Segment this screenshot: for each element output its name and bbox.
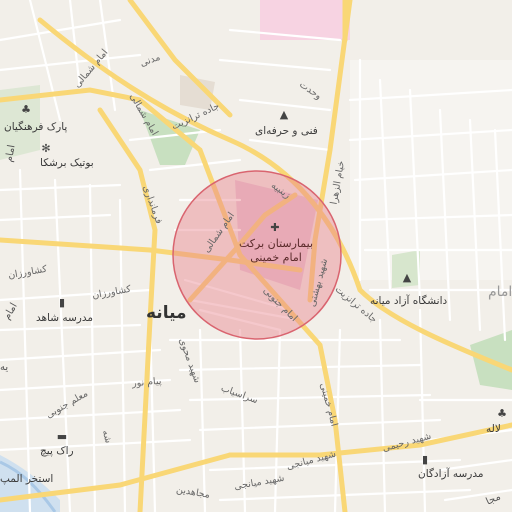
- shahed-school-label[interactable]: مدرسه شاهد: [36, 313, 93, 324]
- tree-icon[interactable]: ♣: [496, 408, 508, 420]
- school-icon[interactable]: ▮: [419, 454, 431, 466]
- hospital-label[interactable]: بیمارستان برکت امام خمینی: [236, 237, 316, 265]
- azad-university-label[interactable]: دانشگاه آزاد میانه: [370, 296, 447, 307]
- graduation-cap-icon[interactable]: ▲: [401, 272, 413, 284]
- azadegan-school-label[interactable]: مدرسه آزادگان: [418, 469, 483, 480]
- boutique-label[interactable]: بوتیک برشکا: [40, 158, 94, 169]
- school-icon[interactable]: ▮: [56, 297, 68, 309]
- road-label: شه: [99, 428, 114, 445]
- map-canvas[interactable]: میانه ✚ بیمارستان برکت امام خمینی ♣ پارک…: [0, 0, 512, 512]
- park-cultural-label[interactable]: پارک فرهنگیان: [4, 122, 67, 133]
- tech-school-label[interactable]: فنی و حرفه‌ای: [255, 126, 318, 137]
- hospital-cross-icon[interactable]: ✚: [269, 222, 281, 234]
- rak-pich-label[interactable]: راک پیچ: [40, 446, 74, 457]
- pool-label[interactable]: استخر المپ: [0, 474, 53, 485]
- city-label: میانه: [146, 303, 187, 323]
- tree-icon[interactable]: ♣: [20, 104, 32, 116]
- clothing-icon[interactable]: ✻: [40, 143, 52, 155]
- car-icon[interactable]: ▬: [56, 431, 68, 443]
- edge-label: یه: [0, 362, 9, 373]
- road-label: پیام نور: [131, 375, 162, 390]
- edge-label: امام: [488, 284, 512, 300]
- graduation-cap-icon[interactable]: ▲: [278, 109, 290, 121]
- open-land-area: [350, 60, 512, 280]
- laleh-label[interactable]: لاله: [486, 424, 501, 435]
